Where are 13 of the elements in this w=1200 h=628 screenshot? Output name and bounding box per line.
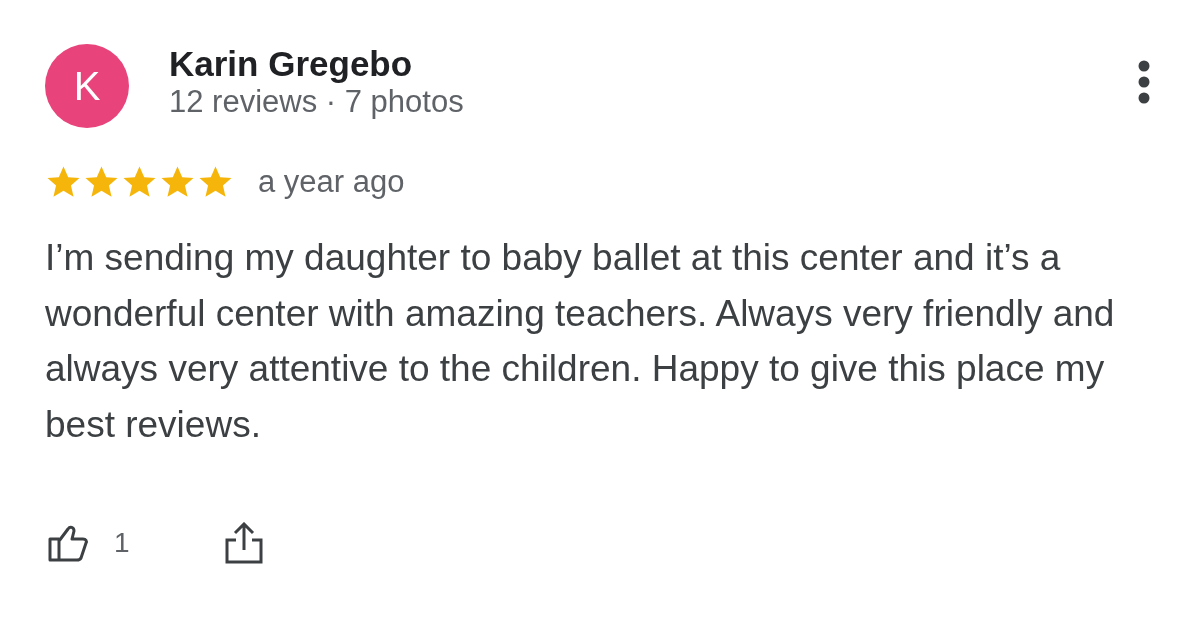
- star-icon: [121, 164, 158, 200]
- reviewer-stats: 12 reviews · 7 photos: [169, 84, 465, 120]
- reviewer-name: Karin Gregebo: [169, 44, 414, 84]
- avatar: K: [45, 44, 129, 128]
- star-icon: [83, 164, 120, 200]
- star-icon: [197, 164, 234, 200]
- review-time: a year ago: [258, 164, 405, 200]
- star-icon: [45, 164, 82, 200]
- share-icon[interactable]: [223, 522, 264, 564]
- review-text: I’m sending my daughter to baby ballet at this center and it’s a wonderful center with amazing teachers. Always very friendly and always very attentive to the children. Happy to give this place my best reviews.: [45, 236, 1116, 447]
- more-options-icon[interactable]: [1137, 60, 1151, 104]
- like-count: 1: [114, 527, 130, 559]
- star-icon: [159, 164, 196, 200]
